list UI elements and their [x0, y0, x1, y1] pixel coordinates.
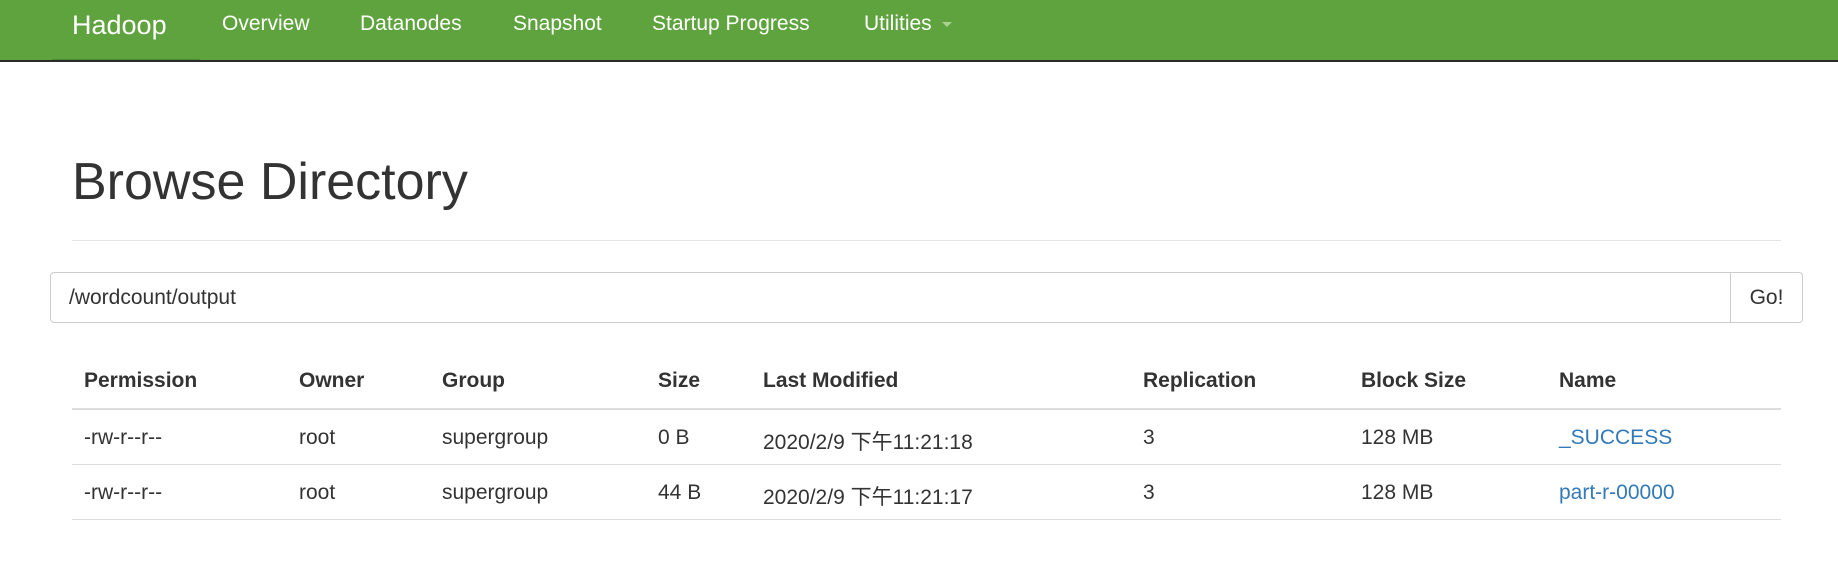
table-row: -rw-r--r-- root supergroup 44 B 2020/2/9…: [72, 465, 1781, 520]
page-title: Browse Directory: [72, 153, 468, 211]
nav-startup-progress[interactable]: Startup Progress: [652, 12, 810, 36]
cell-owner: root: [299, 426, 336, 449]
nav-datanodes[interactable]: Datanodes: [360, 12, 462, 36]
cell-block-size: 128 MB: [1361, 426, 1434, 449]
file-link-success[interactable]: _SUCCESS: [1559, 426, 1672, 450]
chevron-down-icon[interactable]: [941, 21, 952, 27]
directory-path-input[interactable]: [50, 272, 1731, 323]
nav-utilities-dropdown[interactable]: Utilities: [864, 12, 952, 36]
cell-block-size: 128 MB: [1361, 481, 1434, 504]
top-navbar: Hadoop Overview Datanodes Snapshot Start…: [0, 0, 1838, 62]
cell-replication: 3: [1143, 481, 1155, 504]
cell-owner: root: [299, 481, 336, 504]
cell-size: 0 B: [658, 426, 690, 449]
cell-group: supergroup: [442, 426, 549, 449]
cell-replication: 3: [1143, 426, 1155, 449]
header-name[interactable]: Name: [1559, 369, 1616, 393]
file-link-part-r-00000[interactable]: part-r-00000: [1559, 481, 1675, 505]
cell-size: 44 B: [658, 481, 702, 504]
brand-label[interactable]: Hadoop: [72, 10, 167, 41]
directory-table: Permission Owner Group Size Last Modifie…: [72, 355, 1781, 520]
title-divider: [72, 240, 1781, 241]
cell-permission: -rw-r--r--: [84, 426, 163, 449]
brand-logo[interactable]: Hadoop: [52, 0, 200, 60]
header-replication[interactable]: Replication: [1143, 369, 1256, 393]
cell-last-modified: 2020/2/9 下午11:21:18: [763, 431, 973, 454]
nav-utilities-label[interactable]: Utilities: [864, 12, 932, 35]
cell-group: supergroup: [442, 481, 549, 504]
nav-overview[interactable]: Overview: [222, 12, 310, 36]
header-size[interactable]: Size: [658, 369, 700, 393]
header-permission[interactable]: Permission: [84, 369, 197, 393]
header-block-size[interactable]: Block Size: [1361, 369, 1466, 393]
nav-snapshot[interactable]: Snapshot: [513, 12, 602, 36]
cell-last-modified: 2020/2/9 下午11:21:17: [763, 486, 973, 509]
header-last-modified[interactable]: Last Modified: [763, 369, 898, 393]
go-button[interactable]: Go!: [1730, 272, 1803, 323]
cell-permission: -rw-r--r--: [84, 481, 163, 504]
table-header-row: Permission Owner Group Size Last Modifie…: [72, 355, 1781, 410]
header-group[interactable]: Group: [442, 369, 505, 393]
table-row: -rw-r--r-- root supergroup 0 B 2020/2/9 …: [72, 410, 1781, 465]
header-owner[interactable]: Owner: [299, 369, 364, 393]
